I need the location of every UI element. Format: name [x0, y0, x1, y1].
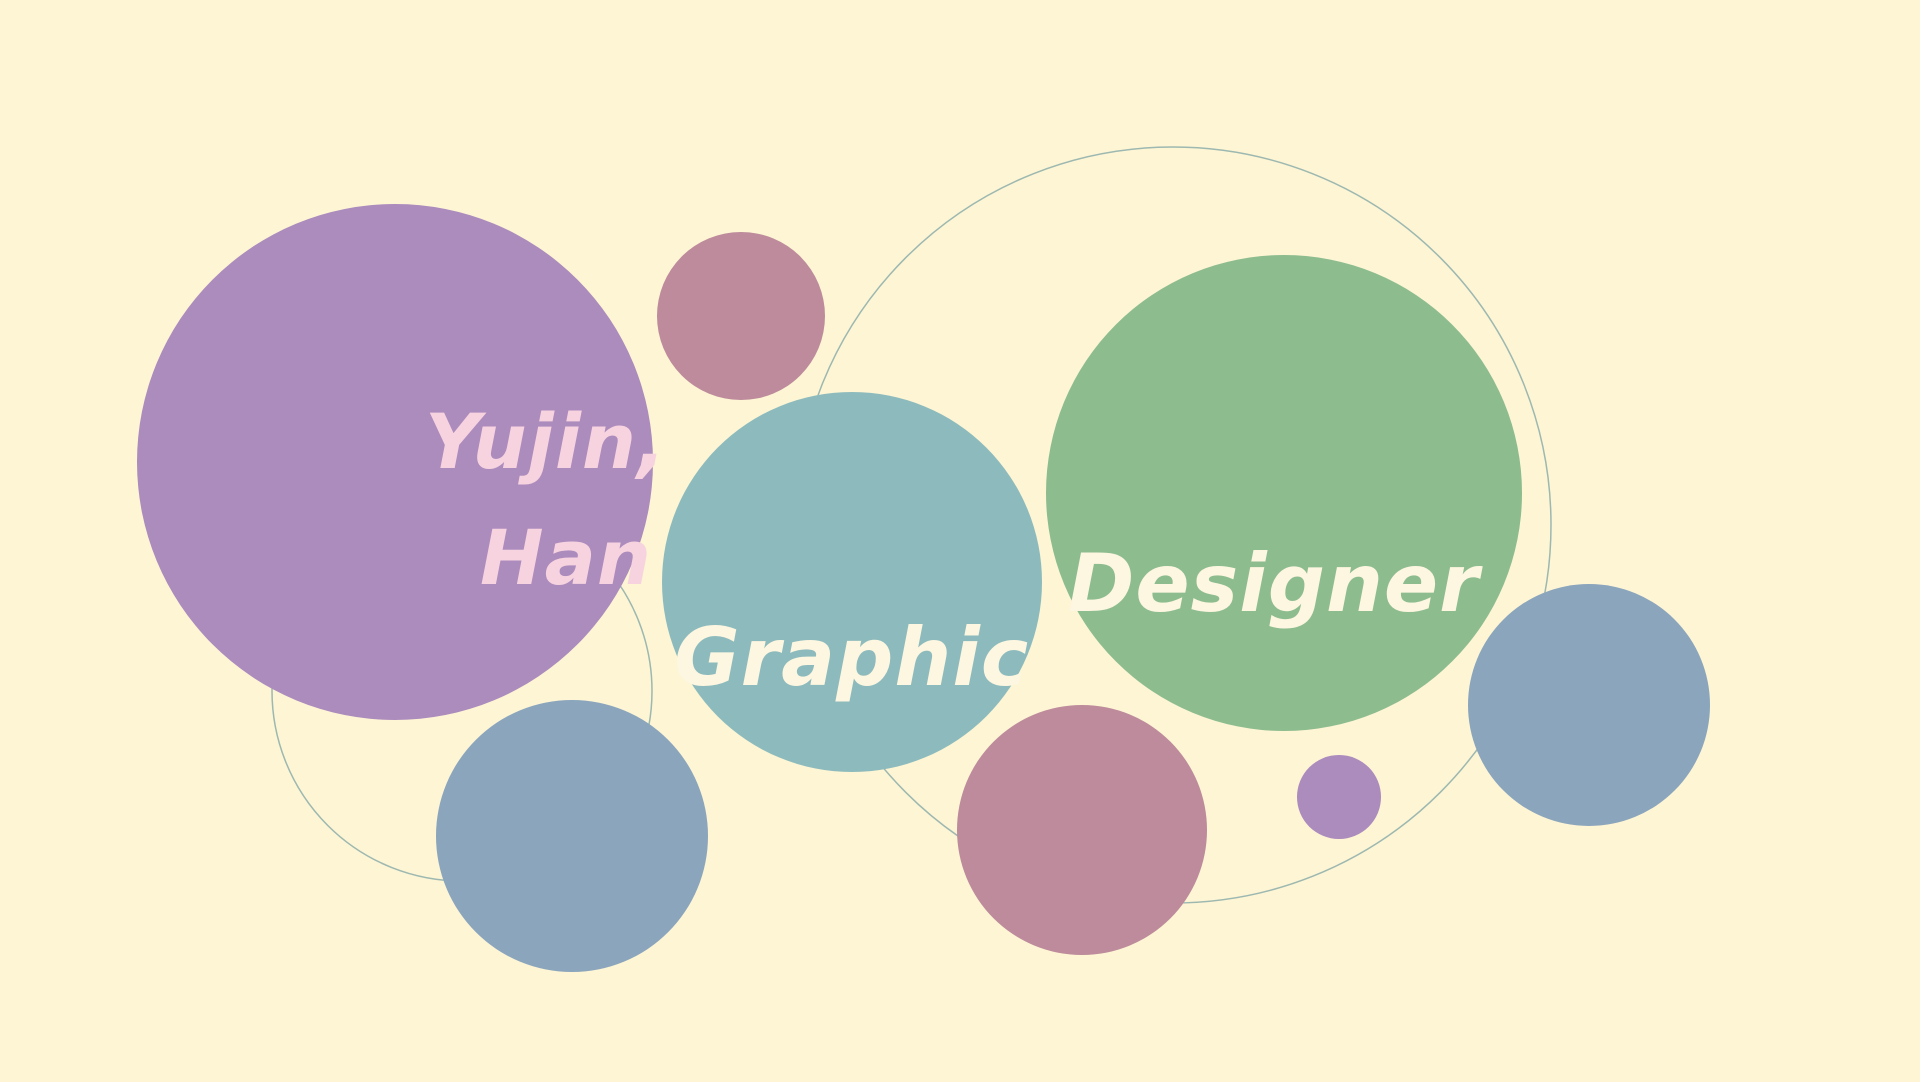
mauve-circle-small-top — [657, 232, 825, 400]
role-word-designer: Designer — [1068, 537, 1480, 630]
slate-blue-circle-left — [436, 700, 708, 972]
green-circle — [1046, 255, 1522, 731]
purple-circle-tiny — [1297, 755, 1381, 839]
slate-blue-circle-right — [1468, 584, 1710, 826]
teal-circle — [662, 392, 1042, 772]
decorative-circles — [137, 146, 1710, 972]
role-word-graphic: Graphic — [674, 611, 1030, 704]
mauve-circle-bottom — [957, 705, 1207, 955]
name-second-line: Han — [480, 513, 652, 602]
poster-canvas: Yujin, Han Graphic Designer — [0, 0, 1920, 1082]
name-first-line: Yujin, — [425, 397, 667, 486]
